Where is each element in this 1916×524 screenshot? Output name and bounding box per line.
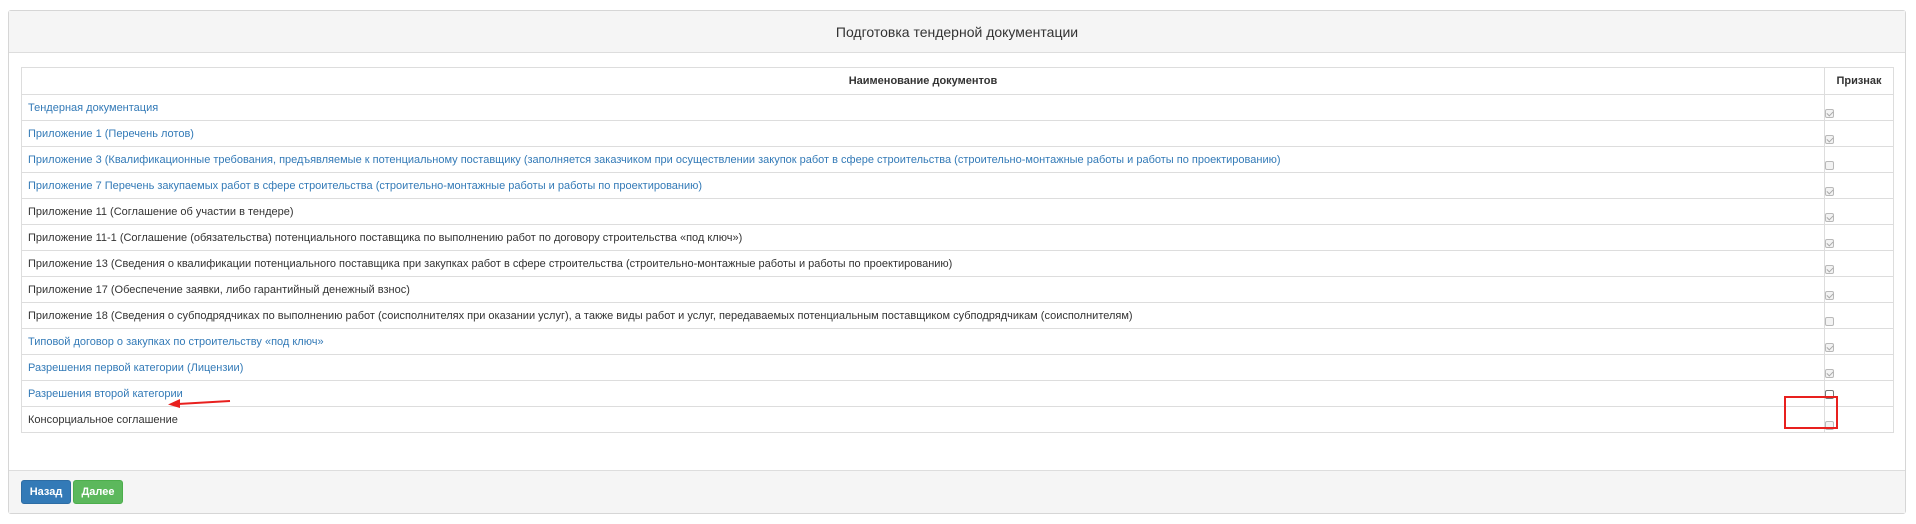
document-name-cell: Приложение 11-1 (Соглашение (обязательст… — [21, 224, 1825, 251]
document-link[interactable]: Разрешения второй категории — [28, 388, 183, 400]
table-row: Приложение 1 (Перечень лотов) — [21, 120, 1894, 147]
document-label: Консорциальное соглашение — [28, 413, 178, 426]
document-link[interactable]: Приложение 3 (Квалификационные требовани… — [28, 154, 1281, 166]
table-row: Приложение 11 (Соглашение об участии в т… — [21, 198, 1894, 225]
table-header-row: Наименование документов Признак — [21, 67, 1894, 95]
document-sign-cell — [1824, 198, 1894, 225]
checked-checkbox — [1825, 213, 1834, 222]
checked-checkbox — [1825, 265, 1834, 274]
checked-checkbox — [1825, 369, 1834, 378]
document-name-cell: Приложение 17 (Обеспечение заявки, либо … — [21, 276, 1825, 303]
table-row: Приложение 11-1 (Соглашение (обязательст… — [21, 224, 1894, 251]
column-header-sign: Признак — [1824, 67, 1894, 95]
table-row: Типовой договор о закупках по строительс… — [21, 328, 1894, 355]
table-row: Консорциальное соглашение — [21, 406, 1894, 433]
panel-heading: Подготовка тендерной документации — [9, 11, 1905, 53]
panel-body: Наименование документов Признак Тендерна… — [21, 67, 1894, 433]
table-row: Приложение 17 (Обеспечение заявки, либо … — [21, 276, 1894, 303]
document-link[interactable]: Разрешения первой категории (Лицензии) — [28, 362, 243, 374]
document-sign-cell — [1824, 328, 1894, 355]
table-row: Тендерная документация — [21, 94, 1894, 121]
document-label: Приложение 13 (Сведения о квалификации п… — [28, 257, 953, 270]
document-sign-cell — [1824, 120, 1894, 147]
table-row: Разрешения второй категории — [21, 380, 1894, 407]
document-name-cell: Приложение 7 Перечень закупаемых работ в… — [21, 172, 1825, 199]
document-name-cell: Разрешения первой категории (Лицензии) — [21, 354, 1825, 381]
document-sign-cell — [1824, 146, 1894, 173]
annotation-arrow-icon — [168, 399, 231, 408]
document-label: Приложение 17 (Обеспечение заявки, либо … — [28, 283, 410, 296]
document-name-cell: Тендерная документация — [21, 94, 1825, 121]
document-sign-cell — [1824, 302, 1894, 329]
page-title: Подготовка тендерной документации — [835, 23, 1079, 40]
checked-checkbox — [1825, 135, 1834, 144]
unchecked-checkbox — [1825, 161, 1834, 170]
column-header-name: Наименование документов — [21, 67, 1825, 95]
document-name-cell: Разрешения второй категории — [21, 380, 1825, 407]
document-sign-cell — [1824, 354, 1894, 381]
document-label: Приложение 11 (Соглашение об участии в т… — [28, 205, 294, 218]
panel-footer: Назад Далее — [9, 470, 1905, 513]
document-sign-cell — [1824, 224, 1894, 251]
document-sign-cell — [1824, 250, 1894, 277]
checked-checkbox — [1825, 187, 1834, 196]
document-name-cell: Приложение 13 (Сведения о квалификации п… — [21, 250, 1825, 277]
document-link[interactable]: Приложение 1 (Перечень лотов) — [28, 128, 194, 140]
table-row: Приложение 3 (Квалификационные требовани… — [21, 146, 1894, 173]
document-name-cell: Типовой договор о закупках по строительс… — [21, 328, 1825, 355]
checked-checkbox — [1825, 109, 1834, 118]
document-name-cell: Приложение 11 (Соглашение об участии в т… — [21, 198, 1825, 225]
document-sign-cell — [1824, 172, 1894, 199]
document-link[interactable]: Типовой договор о закупках по строительс… — [28, 336, 324, 348]
table-row: Разрешения первой категории (Лицензии) — [21, 354, 1894, 381]
document-name-cell: Приложение 1 (Перечень лотов) — [21, 120, 1825, 147]
next-button[interactable]: Далее — [73, 480, 123, 504]
document-label: Приложение 18 (Сведения о субподрядчиках… — [28, 309, 1133, 322]
document-name-cell: Консорциальное соглашение — [21, 406, 1825, 433]
table-row: Приложение 7 Перечень закупаемых работ в… — [21, 172, 1894, 199]
table-row: Приложение 18 (Сведения о субподрядчиках… — [21, 302, 1894, 329]
checked-checkbox — [1825, 239, 1834, 248]
checked-checkbox — [1825, 343, 1834, 352]
annotation-highlight-box — [1784, 396, 1838, 429]
document-link[interactable]: Тендерная документация — [28, 102, 158, 114]
table-row: Приложение 13 (Сведения о квалификации п… — [21, 250, 1894, 277]
document-link[interactable]: Приложение 7 Перечень закупаемых работ в… — [28, 180, 702, 192]
documents-table-body: Тендерная документация Приложение 1 (Пере… — [21, 94, 1894, 433]
document-label: Приложение 11-1 (Соглашение (обязательст… — [28, 231, 743, 244]
document-sign-cell — [1824, 94, 1894, 121]
documents-table: Наименование документов Признак Тендерна… — [21, 67, 1894, 433]
unchecked-checkbox — [1825, 317, 1834, 326]
back-button[interactable]: Назад — [21, 480, 71, 504]
document-name-cell: Приложение 3 (Квалификационные требовани… — [21, 146, 1825, 173]
document-name-cell: Приложение 18 (Сведения о субподрядчиках… — [21, 302, 1825, 329]
checked-checkbox — [1825, 291, 1834, 300]
document-sign-cell — [1824, 276, 1894, 303]
tender-docs-panel: Подготовка тендерной документации Наимен… — [8, 10, 1906, 514]
